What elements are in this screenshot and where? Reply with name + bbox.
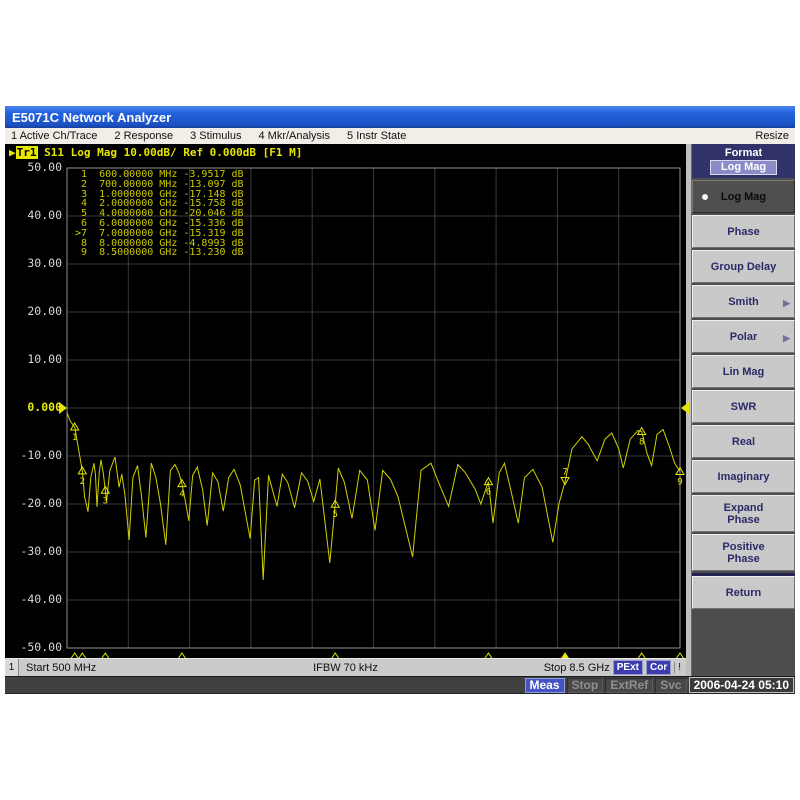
- instrument-status-bar: Meas Stop ExtRef Svc 2006-04-24 05:10: [5, 676, 795, 693]
- marker-number: 9: [677, 478, 682, 488]
- pext-indicator: PExt: [613, 660, 643, 675]
- y-axis-label: 40.00: [5, 208, 62, 223]
- channel-status-bar: 1 Start 500 MHz IFBW 70 kHz Stop 8.5 GHz…: [5, 658, 686, 676]
- ref-level-arrow-right-icon: [681, 402, 689, 414]
- y-axis-label: -50.00: [5, 640, 62, 655]
- menu-item-1[interactable]: 1 Active Ch/Trace: [11, 130, 97, 142]
- menu-item-4[interactable]: 4 Mkr/Analysis: [258, 130, 330, 142]
- softkey-lin-mag[interactable]: Lin Mag: [692, 355, 795, 388]
- softkey-label: SWR: [731, 401, 757, 413]
- softkey-body: Format Log Mag Log Mag Phase Group Delay Sm…: [692, 144, 795, 676]
- status-datetime: 2006-04-24 05:10: [689, 677, 794, 693]
- ref-level-arrow-left-icon: [59, 402, 67, 414]
- submenu-arrow-icon: ▶: [783, 332, 790, 344]
- status-svc: Svc: [655, 678, 686, 693]
- marker-number: 6: [486, 488, 491, 498]
- submenu-arrow-icon: ▶: [783, 297, 790, 309]
- softkey-label: Polar: [730, 331, 758, 343]
- menu-item-3[interactable]: 3 Stimulus: [190, 130, 241, 142]
- marker-number: 4: [179, 490, 184, 500]
- y-axis-label: -40.00: [5, 592, 62, 607]
- softkey-real[interactable]: Real: [692, 425, 795, 458]
- marker-number: 5: [332, 510, 337, 520]
- window-title: E5071C Network Analyzer: [12, 110, 171, 125]
- softkey-label: Return: [726, 587, 761, 599]
- marker-number: 1: [72, 433, 77, 443]
- softkey-smith[interactable]: Smith ▶: [692, 285, 795, 318]
- status-stop: Stop: [567, 678, 604, 693]
- softkey-label: Phase: [727, 553, 759, 565]
- softkey-menu-title: Format: [725, 147, 762, 159]
- y-axis-label: 50.00: [5, 160, 62, 175]
- menu-item-5[interactable]: 5 Instr State: [347, 130, 406, 142]
- y-axis-labels: 50.00 40.00 30.00 20.00 10.00 0.000 -10.00 -20.…: [5, 144, 62, 676]
- y-axis-label: -10.00: [5, 448, 62, 463]
- menu-item-resize[interactable]: Resize: [755, 130, 789, 142]
- softkey-expand-phase[interactable]: ExpandPhase: [692, 495, 795, 532]
- marker-number: 3: [103, 496, 108, 506]
- alert-indicator: !: [674, 662, 684, 673]
- softkey-label: Positive: [722, 541, 764, 553]
- marker-number: 2: [80, 477, 85, 487]
- softkey-label: Imaginary: [718, 471, 770, 483]
- softkey-label: Smith: [728, 296, 759, 308]
- y-axis-label: -30.00: [5, 544, 62, 559]
- y-axis-label: 10.00: [5, 352, 62, 367]
- softkey-label: Log Mag: [721, 191, 766, 203]
- softkey-log-mag[interactable]: Log Mag: [692, 180, 795, 213]
- softkey-phase[interactable]: Phase: [692, 215, 795, 248]
- marker-number: 7: [562, 468, 567, 478]
- softkey-polar[interactable]: Polar ▶: [692, 320, 795, 353]
- screenshot-stage: E5071C Network Analyzer 1 Active Ch/Trac…: [0, 0, 800, 800]
- softkey-sidebar: Format Log Mag Log Mag Phase Group Delay Sm…: [686, 144, 795, 676]
- softkey-label: Expand: [724, 502, 764, 514]
- softkey-label: Phase: [727, 514, 759, 526]
- softkey-label: Phase: [727, 226, 759, 238]
- menu-items: 1 Active Ch/Trace 2 Response 3 Stimulus 4 M…: [11, 130, 755, 142]
- y-axis-ref-label: 0.000: [5, 400, 62, 415]
- status-extref: ExtRef: [605, 678, 653, 693]
- marker-table: 1 600.00000 MHz -3.9517 dB 2 700.00000 M…: [75, 170, 244, 258]
- y-axis-label: 20.00: [5, 304, 62, 319]
- selected-bullet-icon: [702, 194, 708, 200]
- status-meas: Meas: [525, 678, 565, 693]
- y-axis-label: -20.00: [5, 496, 62, 511]
- marker-number: 8: [639, 438, 644, 448]
- main-row: ▶Tr1 S11 Log Mag 10.00dB/ Ref 0.000dB [F…: [5, 144, 795, 676]
- softkey-menu-header: Format Log Mag: [692, 144, 795, 178]
- softkey-menu-value: Log Mag: [710, 160, 777, 175]
- softkey-imaginary[interactable]: Imaginary: [692, 460, 795, 493]
- stop-frequency-label: Stop 8.5 GHz: [544, 662, 610, 674]
- cor-indicator: Cor: [646, 660, 671, 675]
- softkey-label: Group Delay: [711, 261, 776, 273]
- softkey-return[interactable]: Return: [692, 576, 795, 609]
- softkey-buttons: Log Mag Phase Group Delay Smith ▶ Polar ▶ Lin M…: [692, 178, 795, 676]
- softkey-positive-phase[interactable]: PositivePhase: [692, 534, 795, 571]
- channel-bar-right: Stop 8.5 GHz PExt Cor !: [544, 660, 686, 675]
- trace-header-text: S11 Log Mag 10.00dB/ Ref 0.000dB [F1 M]: [38, 146, 303, 159]
- softkey-swr[interactable]: SWR: [692, 390, 795, 423]
- plot-pane: ▶Tr1 S11 Log Mag 10.00dB/ Ref 0.000dB [F…: [5, 144, 686, 676]
- marker-table-row: 9 8.5000000 GHz -13.230 dB: [75, 248, 244, 258]
- softkey-label: Real: [732, 436, 755, 448]
- softkey-label: Lin Mag: [723, 366, 765, 378]
- softkey-group-delay[interactable]: Group Delay: [692, 250, 795, 283]
- title-bar[interactable]: E5071C Network Analyzer: [5, 106, 795, 128]
- y-axis-label: 30.00: [5, 256, 62, 271]
- menu-item-2[interactable]: 2 Response: [114, 130, 173, 142]
- analyzer-window: E5071C Network Analyzer 1 Active Ch/Trac…: [5, 106, 795, 694]
- menu-bar: 1 Active Ch/Trace 2 Response 3 Stimulus 4 M…: [5, 128, 795, 144]
